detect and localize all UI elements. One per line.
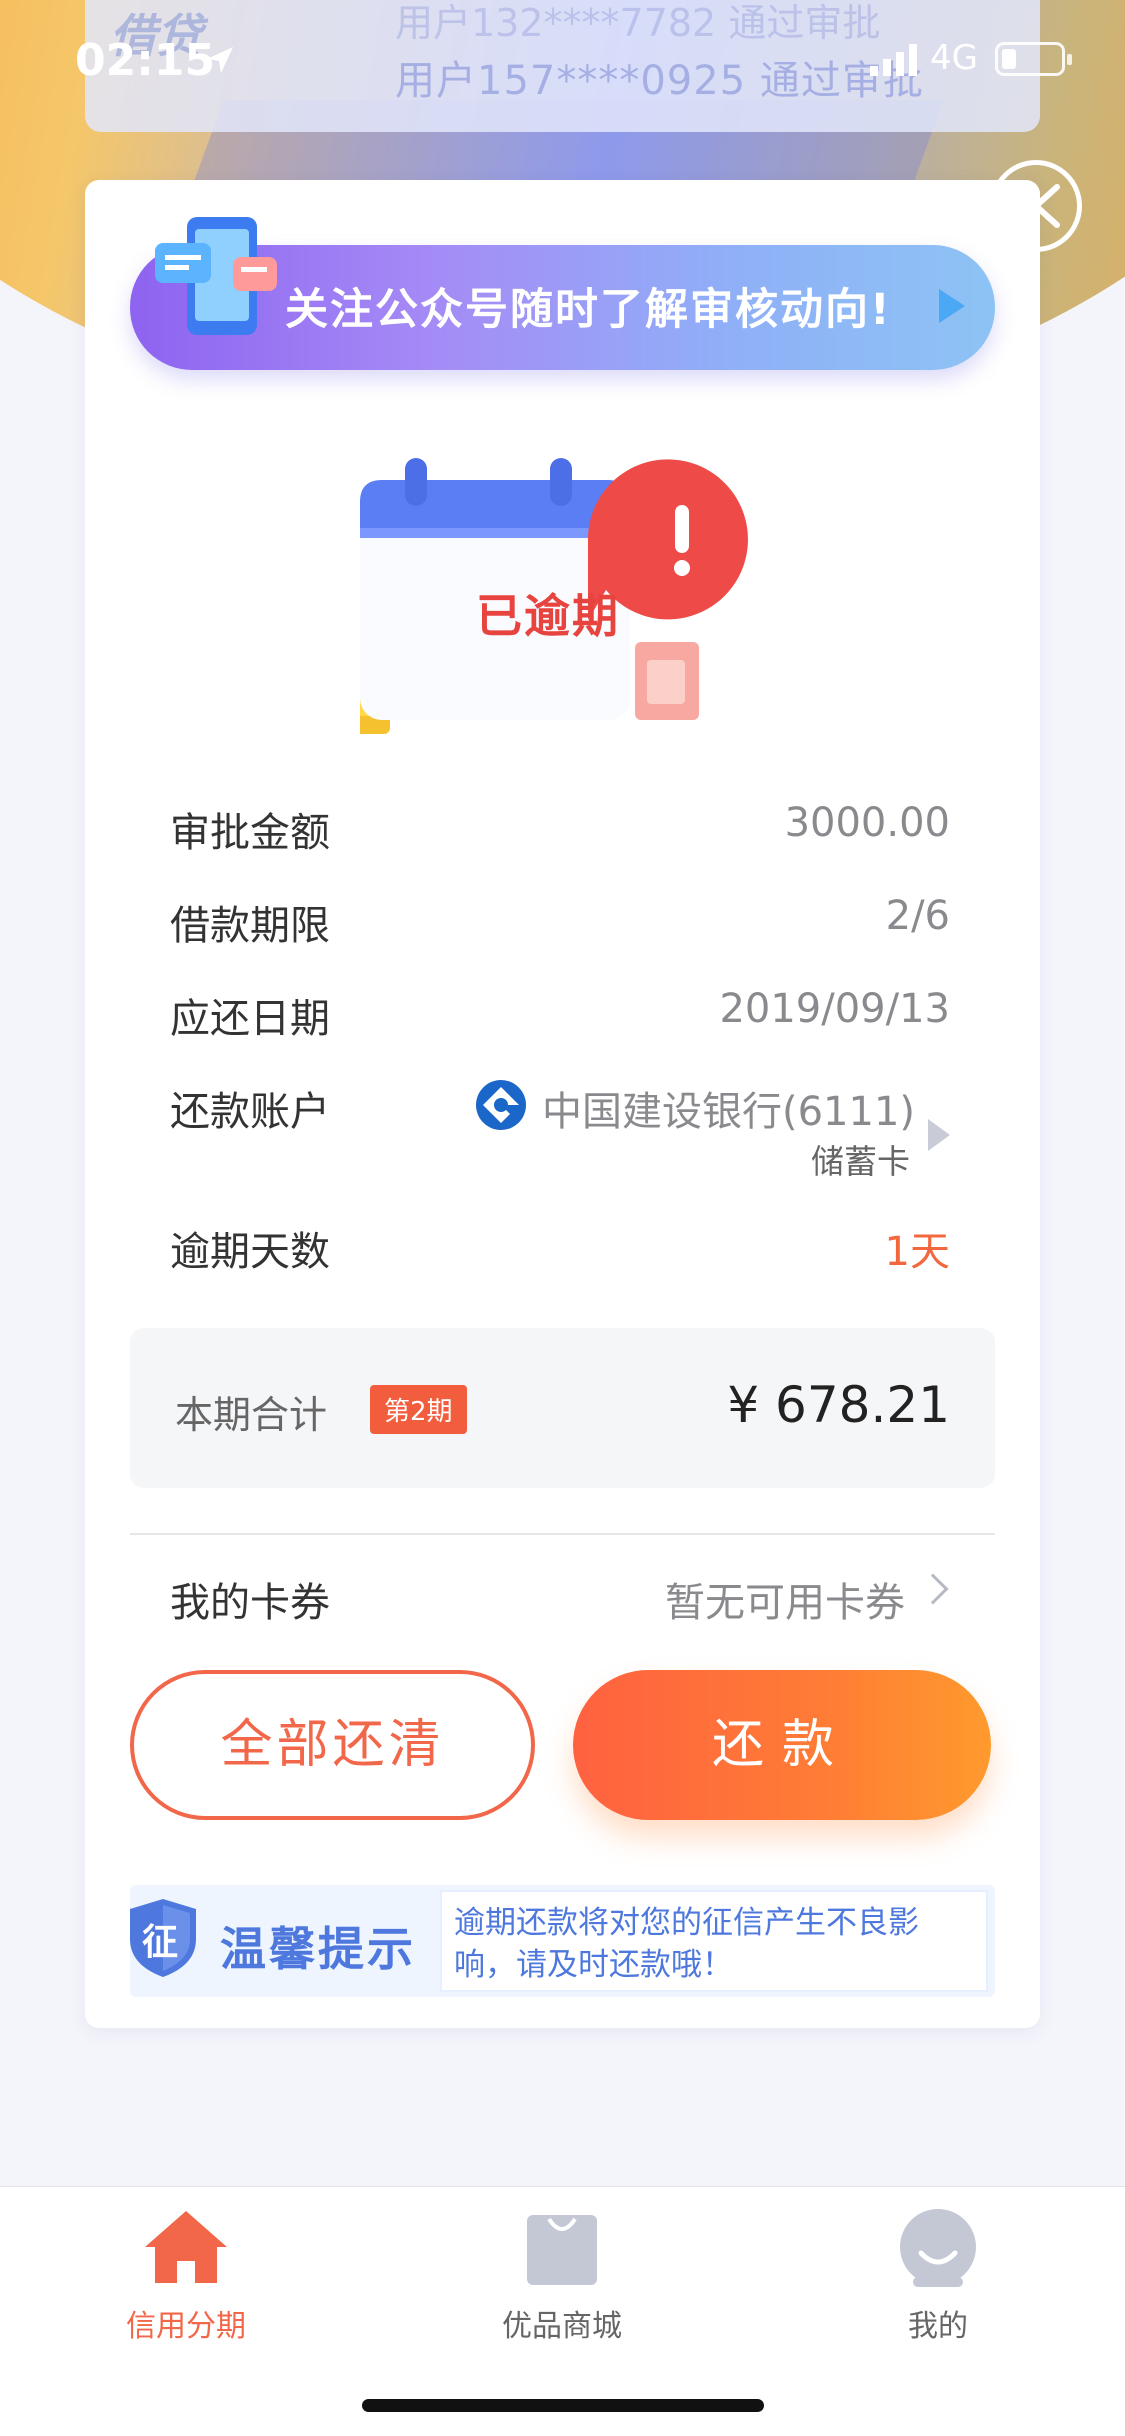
- card-type: 储蓄卡: [811, 1142, 910, 1181]
- home-icon: [145, 2211, 227, 2283]
- status-bar: 02:15 4G: [0, 0, 1125, 120]
- chevron-right-icon: [917, 1573, 949, 1605]
- period-total-amount: ¥ 678.21: [727, 1376, 950, 1434]
- shopping-bag-icon: [527, 2215, 597, 2285]
- loan-detail-list: 审批金额 3000.00 借款期限 2/6 应还日期 2019/09/13 还款…: [170, 800, 950, 1312]
- approval-amount-value: 3000.00: [784, 800, 950, 846]
- approval-amount-label: 审批金额: [170, 810, 330, 856]
- loan-term-value: 2/6: [885, 893, 950, 939]
- tab-label: 优品商城: [502, 2309, 622, 2344]
- coupon-label: 我的卡券: [170, 1580, 330, 1626]
- home-indicator: [362, 2399, 764, 2412]
- coupon-value: 暂无可用卡券: [665, 1580, 905, 1626]
- battery-icon: [995, 42, 1072, 76]
- account-arrow-icon: [928, 1119, 950, 1151]
- user-icon: [900, 2209, 976, 2287]
- loan-detail-card: 关注公众号随时了解审核动向! 已逾期 审批金额 3000.00 借款期限 2/6…: [85, 180, 1040, 2028]
- tip-body: 逾期还款将对您的征信产生不良影响，请及时还款哦！: [440, 1890, 988, 1992]
- repayment-account-row[interactable]: 还款账户 中国建设银行(6111) 储蓄卡: [170, 1079, 950, 1219]
- tab-label: 我的: [908, 2309, 968, 2344]
- tab-mine[interactable]: 我的: [838, 2207, 1038, 2345]
- status-time: 02:15: [75, 35, 216, 86]
- period-total-label: 本期合计: [175, 1393, 328, 1437]
- tip-title: 温馨提示: [220, 1922, 416, 1976]
- banner-arrow-icon: [939, 289, 965, 323]
- due-date-label: 应还日期: [170, 996, 330, 1042]
- my-coupons-row[interactable]: 我的卡券 暂无可用卡券: [170, 1570, 950, 1630]
- due-date-row: 应还日期 2019/09/13: [170, 986, 950, 1079]
- bank-name: 中国建设银行(6111): [542, 1089, 916, 1135]
- location-arrow-icon: [207, 47, 233, 73]
- banner-text: 关注公众号随时了解审核动向!: [285, 285, 892, 335]
- loan-term-row: 借款期限 2/6: [170, 893, 950, 986]
- overdue-days-label: 逾期天数: [170, 1229, 330, 1275]
- tab-credit-installment[interactable]: 信用分期: [86, 2207, 286, 2345]
- close-icon: [1012, 184, 1060, 228]
- tab-mall[interactable]: 优品商城: [462, 2207, 662, 2345]
- due-date-value: 2019/09/13: [719, 986, 950, 1032]
- warm-tip: 征 温馨提示 逾期还款将对您的征信产生不良影响，请及时还款哦！: [130, 1885, 995, 1997]
- loan-term-label: 借款期限: [170, 903, 330, 949]
- signal-icon: [870, 44, 917, 76]
- approval-amount-row: 审批金额 3000.00: [170, 800, 950, 893]
- network-type: 4G: [930, 38, 978, 78]
- overdue-days-row: 逾期天数 1天: [170, 1219, 950, 1312]
- overdue-days-value: 1天: [884, 1229, 950, 1275]
- shield-char: 征: [142, 1922, 179, 1963]
- pay-all-button[interactable]: 全部还清: [130, 1670, 535, 1820]
- period-total-box: 本期合计 第2期 ¥ 678.21: [130, 1328, 995, 1488]
- close-button[interactable]: [990, 160, 1082, 252]
- repay-button[interactable]: 还款: [573, 1670, 991, 1820]
- tab-label: 信用分期: [126, 2309, 246, 2344]
- phone-message-icon: [155, 217, 281, 335]
- repayment-account-label: 还款账户: [170, 1089, 330, 1135]
- divider: [130, 1533, 995, 1535]
- period-badge: 第2期: [370, 1385, 467, 1434]
- overdue-status-text: 已逾期: [476, 589, 620, 643]
- ccb-bank-icon: [476, 1080, 526, 1130]
